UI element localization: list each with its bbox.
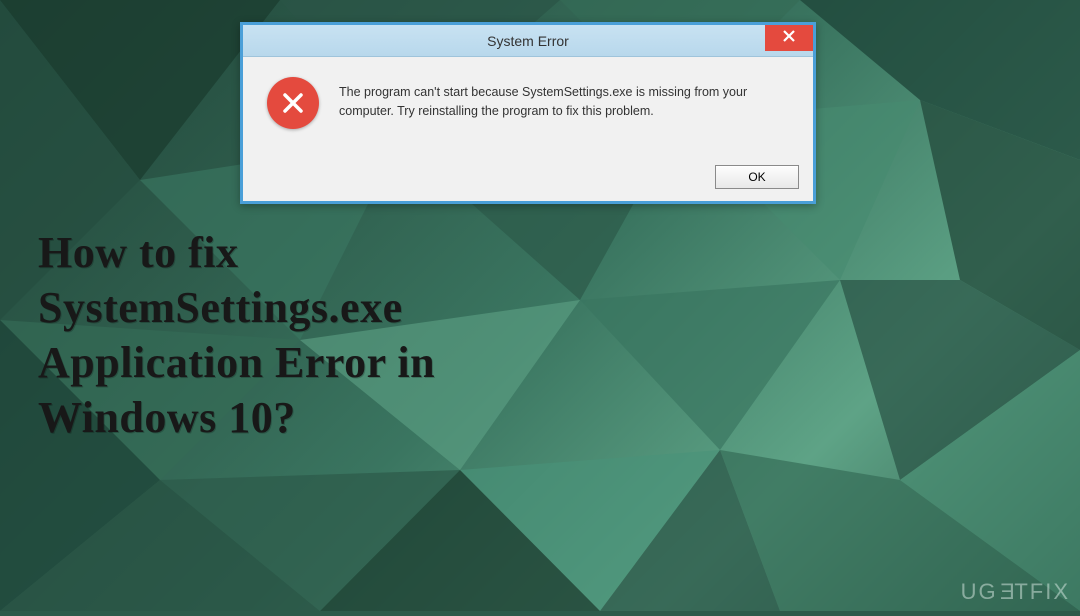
dialog-body: The program can't start because SystemSe… <box>243 57 813 157</box>
system-error-dialog: System Error The program can't start bec… <box>240 22 816 204</box>
watermark-prefix: UG <box>961 579 998 604</box>
article-headline: How to fix SystemSettings.exe Applicatio… <box>38 225 435 445</box>
ok-button[interactable]: OK <box>715 165 799 189</box>
close-icon <box>782 29 796 48</box>
watermark-suffix: TFIX <box>1014 579 1070 604</box>
watermark-logo: UGETFIX <box>961 579 1070 605</box>
dialog-titlebar[interactable]: System Error <box>243 25 813 57</box>
watermark-flip: E <box>998 579 1015 605</box>
dialog-message: The program can't start because SystemSe… <box>339 77 789 121</box>
dialog-footer: OK <box>243 157 813 201</box>
error-icon <box>267 77 319 129</box>
dialog-title: System Error <box>487 33 569 49</box>
close-button[interactable] <box>765 25 813 51</box>
